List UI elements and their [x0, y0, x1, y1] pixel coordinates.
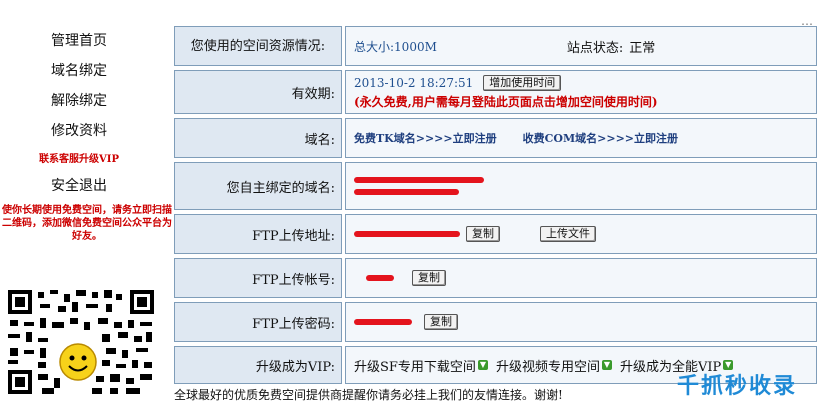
nav-domain-unbind[interactable]: 解除绑定 — [0, 90, 158, 110]
row-ftp-account: FTP上传帐号: 复制 — [174, 258, 817, 298]
validity-note: (永久免费,用户需每月登陆此页面点击增加空间使用时间) — [354, 94, 658, 109]
redacted-domain-2 — [354, 189, 459, 195]
domain-label: 域名: — [174, 118, 342, 158]
total-size: 总大小:1000M — [354, 39, 437, 54]
row-bound-domain: 您自主绑定的域名: — [174, 162, 817, 210]
ftp-password-label: FTP上传密码: — [174, 302, 342, 342]
nav-domain-bind[interactable]: 域名绑定 — [0, 60, 158, 80]
footer-text: 全球最好的优质免费空间提供商提醒你请务必挂上我们的友情连接。谢谢! — [174, 388, 563, 402]
ftp-password-value: 复制 — [345, 302, 817, 342]
redacted-domain-1 — [354, 177, 484, 183]
upgrade-label: 升级成为VIP: — [174, 346, 342, 384]
ftp-address-label: FTP上传地址: — [174, 214, 342, 254]
bound-domain-label: 您自主绑定的域名: — [174, 162, 342, 210]
copy-ftp-account-button[interactable]: 复制 — [412, 270, 446, 286]
qr-code-image — [6, 288, 156, 396]
wechat-notice: 使你长期使用免费空间，请务立即扫描二维码，添加微信免费空间公众平台为好友。 — [2, 205, 172, 242]
nav-home[interactable]: 管理首页 — [0, 30, 158, 50]
site-status-label: 站点状态: — [566, 40, 624, 56]
ftp-address-value: 复制 上传文件 — [345, 214, 817, 254]
validity-line: 2013-10-2 18:27:51 增加使用时间 — [354, 74, 562, 91]
usage-label: 您使用的空间资源情况: — [174, 26, 342, 66]
redacted-ftp-address — [354, 231, 460, 237]
bound-domain-value — [345, 162, 817, 210]
tk-domain-link[interactable]: 免费TK域名>>>>立即注册 — [354, 130, 497, 146]
redacted-ftp-account — [366, 275, 394, 281]
upgrade-video-label: 升级视频专用空间 — [495, 359, 600, 375]
redacted-ftp-password — [354, 319, 412, 325]
com-domain-link[interactable]: 收费COM域名>>>>立即注册 — [523, 130, 678, 146]
row-ftp-password: FTP上传密码: 复制 — [174, 302, 817, 342]
contact-vip-link[interactable]: 联系客服升级VIP — [0, 150, 158, 165]
download-arrow-icon: ▼ — [477, 360, 488, 370]
sidebar: 管理首页 域名绑定 解除绑定 修改资料 联系客服升级VIP 安全退出 使你长期使… — [0, 0, 172, 408]
watermark-logo: 千抓秒收录 — [676, 374, 797, 399]
ftp-account-label: FTP上传帐号: — [174, 258, 342, 298]
upload-file-button[interactable]: 上传文件 — [540, 226, 596, 242]
validity-date: 2013-10-2 18:27:51 — [354, 75, 474, 90]
usage-value: 总大小:1000M 站点状态: 正常 — [345, 26, 817, 66]
upgrade-sf-download-link[interactable]: 升级SF专用下载空间 ▼ — [354, 356, 488, 375]
download-arrow-icon: ▼ — [601, 360, 612, 370]
copy-ftp-password-button[interactable]: 复制 — [424, 314, 458, 330]
ftp-account-value: 复制 — [345, 258, 817, 298]
upgrade-video-link[interactable]: 升级视频专用空间 ▼ — [496, 356, 612, 375]
domain-value: 免费TK域名>>>>立即注册 收费COM域名>>>>立即注册 — [345, 118, 817, 158]
upgrade-sf-label: 升级SF专用下载空间 — [354, 359, 476, 375]
validity-label: 有效期: — [174, 70, 342, 114]
add-time-button[interactable]: 增加使用时间 — [483, 74, 562, 91]
validity-value: 2013-10-2 18:27:51 增加使用时间 (永久免费,用户需每月登陆此… — [345, 70, 817, 114]
copy-ftp-address-button[interactable]: 复制 — [466, 226, 500, 242]
nav-edit-profile[interactable]: 修改资料 — [0, 120, 158, 140]
row-domain: 域名: 免费TK域名>>>>立即注册 收费COM域名>>>>立即注册 — [174, 118, 817, 158]
row-validity: 有效期: 2013-10-2 18:27:51 增加使用时间 (永久免费,用户需… — [174, 70, 817, 114]
nav-logout[interactable]: 安全退出 — [0, 175, 158, 195]
site-status-value: 正常 — [629, 40, 656, 56]
row-ftp-address: FTP上传地址: 复制 上传文件 — [174, 214, 817, 254]
row-usage: 您使用的空间资源情况: 总大小:1000M 站点状态: 正常 — [174, 26, 817, 66]
